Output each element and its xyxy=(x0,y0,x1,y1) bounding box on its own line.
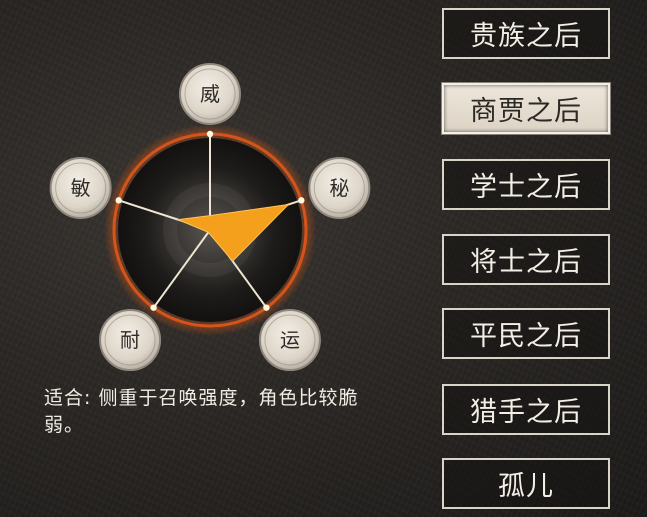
origin-option-hunter[interactable]: 猎手之后 xyxy=(442,384,610,435)
origin-description: 适合: 侧重于召唤强度，角色比较脆弱。 xyxy=(44,387,359,436)
origin-option-label: 孤儿 xyxy=(498,471,554,502)
radar-spoke-end-min xyxy=(115,197,122,204)
radar-spoke-end-wei xyxy=(206,130,214,138)
attribute-label-min: 敏 xyxy=(71,176,91,200)
attribute-node-min: 敏 xyxy=(49,156,112,219)
origin-option-label: 平民之后 xyxy=(470,321,582,352)
radar-spoke-end-yun xyxy=(263,304,270,311)
radar-spoke-end-nai xyxy=(150,304,157,311)
attribute-radar: 威秘运 耐 敏 xyxy=(49,63,371,372)
attribute-label-wei: 威 xyxy=(200,82,220,106)
origin-option-commoner[interactable]: 平民之后 xyxy=(442,308,610,359)
origin-option-label: 猎手之后 xyxy=(470,397,582,428)
attribute-label-nai: 耐 xyxy=(120,328,140,352)
attribute-node-mi: 秘 xyxy=(308,156,371,219)
origin-option-orphan[interactable]: 孤儿 xyxy=(442,458,610,509)
origin-option-merchant[interactable]: 商贾之后 xyxy=(442,83,610,134)
origin-option-soldier[interactable]: 将士之后 xyxy=(442,234,610,285)
attribute-label-yun: 运 xyxy=(280,328,300,352)
origin-option-scholar[interactable]: 学士之后 xyxy=(442,159,610,210)
origin-option-label: 商贾之后 xyxy=(470,96,582,127)
attribute-node-wei: 威 xyxy=(179,63,241,125)
attribute-node-nai: 耐 xyxy=(99,309,162,372)
origin-option-label: 贵族之后 xyxy=(470,21,582,52)
attribute-label-mi: 秘 xyxy=(329,176,349,200)
origin-option-label: 学士之后 xyxy=(470,172,582,203)
attribute-node-yun: 运 xyxy=(258,309,321,372)
radar-spoke-end-mi xyxy=(298,197,305,204)
origin-option-label: 将士之后 xyxy=(470,247,582,278)
origin-option-noble[interactable]: 贵族之后 xyxy=(442,8,610,59)
